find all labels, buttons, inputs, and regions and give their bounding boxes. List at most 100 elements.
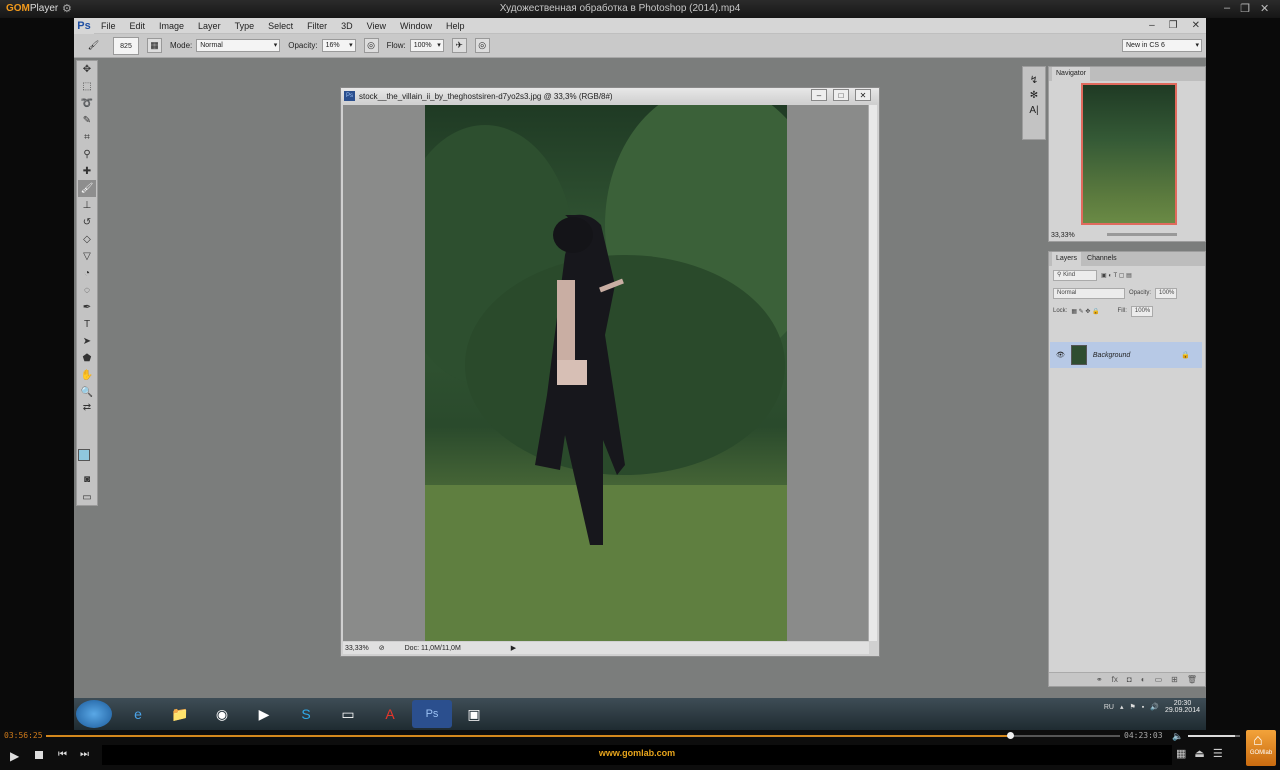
tab-layers[interactable]: Layers — [1052, 252, 1082, 266]
tray-show-icon[interactable]: ▴ — [1120, 703, 1124, 711]
play-button[interactable]: ▶ — [10, 749, 19, 763]
pen-tool-icon[interactable]: ✒ — [78, 299, 96, 316]
menu-type[interactable]: Type — [228, 21, 262, 31]
menu-icon[interactable]: ☰ — [1213, 747, 1223, 760]
mode-select[interactable]: Normal ▾ — [196, 39, 281, 52]
menu-help[interactable]: Help — [439, 21, 472, 31]
dodge-tool-icon[interactable]: ◌ — [78, 282, 96, 299]
navigator-thumbnail[interactable] — [1081, 83, 1177, 225]
minimize-icon[interactable]: – — [1224, 2, 1230, 15]
navigator-zoom[interactable]: 33,33% — [1051, 232, 1075, 239]
gomlab-button[interactable]: GOMlab — [1246, 730, 1276, 766]
new-layer-icon[interactable]: ⊞ — [1171, 675, 1178, 684]
eject-icon[interactable]: ⏏ — [1194, 747, 1204, 760]
filter-icons[interactable]: ▣ ◐ T ▢ ▤ — [1101, 272, 1132, 279]
maximize-icon[interactable]: □ — [833, 89, 849, 101]
fx-icon[interactable]: fx — [1112, 675, 1118, 684]
volume-icon[interactable]: 🔈 — [1172, 731, 1183, 742]
window-icon[interactable]: ▣ — [454, 700, 494, 728]
start-button[interactable] — [76, 700, 112, 728]
brush-tool-icon[interactable]: 🖌 — [86, 38, 101, 53]
previous-button[interactable]: ⏮ — [58, 749, 67, 760]
menu-3d[interactable]: 3D — [334, 21, 360, 31]
fill-field[interactable]: 100% — [1130, 305, 1153, 317]
airbrush-icon[interactable]: ✈ — [451, 38, 467, 53]
eyedropper-tool-icon[interactable]: ⚲ — [78, 146, 96, 163]
brush-presets-icon[interactable]: ✻ — [1030, 90, 1038, 101]
hand-tool-icon[interactable]: ✋ — [78, 367, 96, 384]
doc-zoom[interactable]: 33,33% — [345, 645, 369, 652]
quick-mask-icon[interactable]: ◙ — [78, 471, 96, 488]
adjustment-icon[interactable]: ◐ — [1141, 675, 1146, 684]
restore-icon[interactable]: ❐ — [1169, 18, 1178, 34]
language-indicator[interactable]: RU — [1104, 704, 1114, 711]
menu-window[interactable]: Window — [393, 21, 439, 31]
volume-slider[interactable] — [1188, 735, 1240, 737]
path-select-tool-icon[interactable]: ➤ — [78, 333, 96, 350]
status-arrow-icon[interactable]: ▶ — [511, 644, 516, 652]
blur-tool-icon[interactable]: ◔ — [78, 265, 96, 282]
lock-icons[interactable]: ▦ ✎ ✥ 🔒 — [1071, 308, 1099, 315]
menu-view[interactable]: View — [360, 21, 393, 31]
menu-image[interactable]: Image — [152, 21, 191, 31]
lasso-tool-icon[interactable]: ➰ — [78, 95, 96, 112]
flow-field[interactable]: 100% ▾ — [409, 39, 444, 52]
layer-opacity-field[interactable]: 100% — [1155, 287, 1178, 299]
tab-channels[interactable]: Channels — [1083, 252, 1121, 266]
seek-bar[interactable] — [46, 732, 1120, 739]
document-canvas[interactable] — [343, 85, 869, 641]
document-titlebar[interactable]: Ps stock__the_villain_ii_by_theghostsire… — [341, 88, 879, 104]
restore-icon[interactable]: ❐ — [1240, 2, 1250, 15]
character-icon[interactable]: A| — [1029, 105, 1038, 116]
next-button[interactable]: ⏭ — [80, 749, 89, 760]
equalizer-icon[interactable]: ▦ — [1176, 747, 1186, 760]
history-brush-tool-icon[interactable]: ↺ — [78, 214, 96, 231]
menu-layer[interactable]: Layer — [191, 21, 228, 31]
type-tool-icon[interactable]: T — [78, 316, 96, 333]
crop-tool-icon[interactable]: ⌗ — [78, 129, 96, 146]
stamp-tool-icon[interactable]: ⊥ — [78, 197, 96, 214]
chrome-icon[interactable]: ◉ — [202, 700, 242, 728]
healing-tool-icon[interactable]: ✚ — [78, 163, 96, 180]
move-tool-icon[interactable]: ✥ — [78, 61, 96, 78]
opacity-field[interactable]: 16% ▾ — [321, 39, 356, 52]
brush-panel-icon[interactable]: ▦ — [147, 38, 162, 53]
menu-file[interactable]: File — [94, 21, 123, 31]
media-player-icon[interactable]: ▶ — [244, 700, 284, 728]
folder-icon[interactable]: ▭ — [1155, 675, 1163, 684]
menu-select[interactable]: Select — [261, 21, 300, 31]
video-area[interactable]: Ps File Edit Image Layer Type Select Fil… — [74, 18, 1206, 730]
ie-icon[interactable]: e — [118, 700, 158, 728]
monitor-icon[interactable]: ▭ — [328, 700, 368, 728]
menu-edit[interactable]: Edit — [123, 21, 153, 31]
acrobat-icon[interactable]: A — [370, 700, 410, 728]
flag-icon[interactable]: ⚑ — [1129, 703, 1135, 711]
minimize-icon[interactable]: – — [811, 89, 827, 101]
marquee-tool-icon[interactable]: ⬚ — [78, 78, 96, 95]
screen-mode-icon[interactable]: ▭ — [78, 489, 96, 506]
volume-icon[interactable]: 🔊 — [1150, 703, 1159, 711]
foreground-color-swatch[interactable] — [78, 449, 90, 461]
blend-mode-select[interactable]: Normal — [1053, 287, 1125, 299]
close-icon[interactable]: ✕ — [1192, 18, 1200, 34]
layer-row-background[interactable]: 👁 Background 🔒 — [1050, 342, 1202, 368]
swap-colors-icon[interactable]: ⇄ — [78, 401, 96, 413]
photoshop-taskbar-icon[interactable]: Ps — [412, 700, 452, 728]
close-icon[interactable]: ✕ — [855, 89, 871, 101]
eraser-tool-icon[interactable]: ◇ — [78, 231, 96, 248]
minimize-icon[interactable]: – — [1149, 18, 1155, 34]
tray-clock[interactable]: 20:30 29.09.2014 — [1165, 700, 1200, 714]
close-icon[interactable]: ✕ — [1260, 2, 1269, 15]
link-icon[interactable]: ⚭ — [1096, 675, 1103, 684]
skype-icon[interactable]: S — [286, 700, 326, 728]
zoom-tool-icon[interactable]: 🔍 — [78, 384, 96, 401]
network-icon[interactable]: ▪ — [1142, 704, 1144, 711]
workspace-select[interactable]: New in CS 6 ▾ — [1122, 39, 1202, 52]
menu-filter[interactable]: Filter — [300, 21, 334, 31]
navigator-zoom-slider[interactable] — [1107, 233, 1177, 236]
brush-size-picker[interactable]: 825 — [113, 36, 139, 55]
bucket-tool-icon[interactable]: ▽ — [78, 248, 96, 265]
gomlab-url[interactable]: www.gomlab.com — [102, 745, 1172, 765]
quick-select-tool-icon[interactable]: ✎ — [78, 112, 96, 129]
pressure-size-icon[interactable]: ◎ — [474, 38, 490, 53]
